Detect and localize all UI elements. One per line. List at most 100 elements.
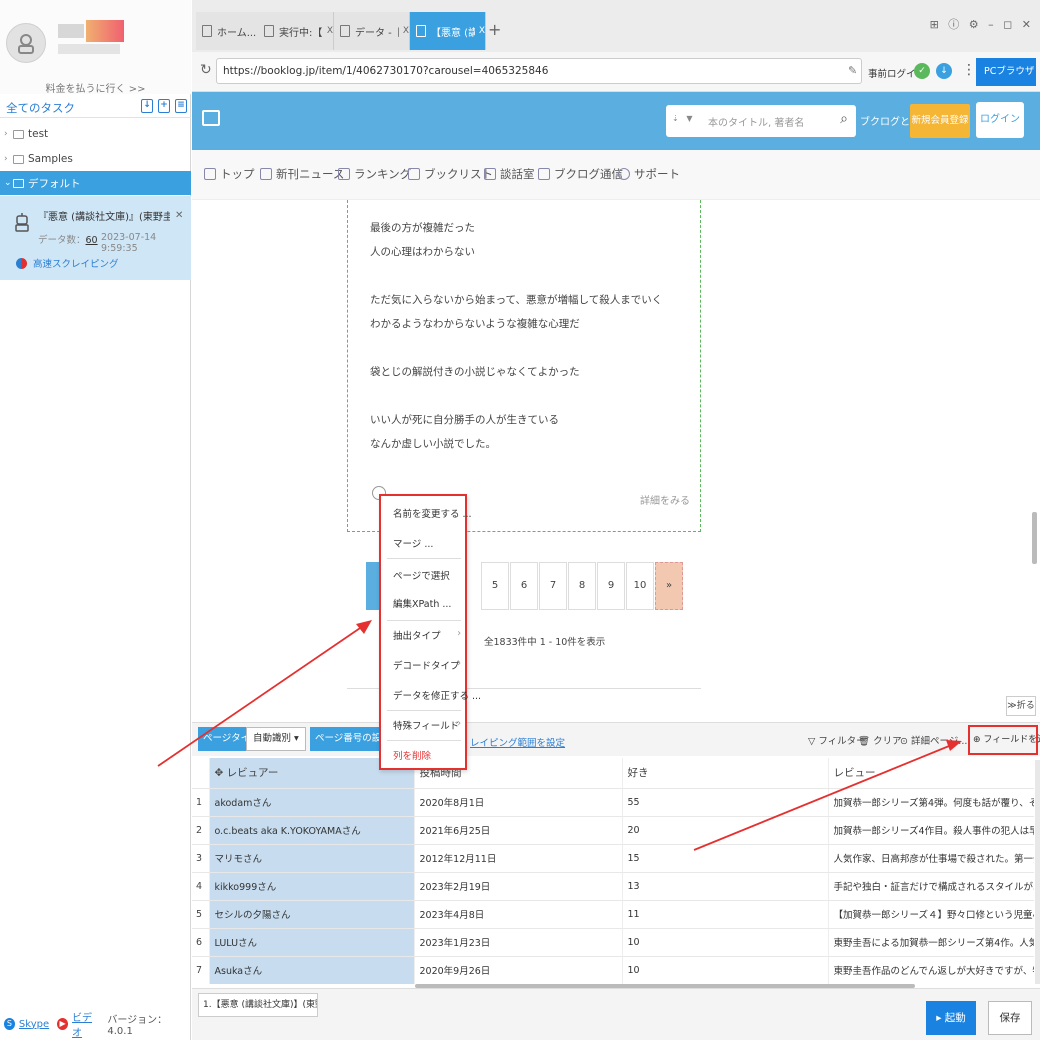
filter-button[interactable]: ▽ フィルター <box>808 733 866 747</box>
skype-link[interactable]: Skype <box>19 1019 49 1030</box>
menu-item-decode-type[interactable]: デコードタイプ › <box>393 658 465 672</box>
url-input[interactable]: https://booklog.jp/item/1/4062730170?car… <box>216 58 862 84</box>
folder-samples[interactable]: › Samples <box>0 147 191 171</box>
page-button[interactable]: 5 <box>481 562 509 610</box>
nav-new-books[interactable]: 新刊ニュース <box>260 166 344 182</box>
detail-page-button[interactable]: ⊙ 詳細ページ... <box>900 733 967 747</box>
cell-likes[interactable]: 15 <box>622 844 829 873</box>
page-button[interactable]: 10 <box>626 562 654 610</box>
run-button[interactable]: ▸ 起動 <box>926 1001 976 1035</box>
table-row[interactable]: 1 akodamさん 2020年8月1日 55 加賀恭一郎シリーズ第4弾。何度も話が覆り… <box>192 788 1034 817</box>
tab-book-page[interactable]: 【悪意 (講... X <box>410 12 486 50</box>
add-tab-icon[interactable]: + <box>488 20 501 39</box>
booklog-logo[interactable] <box>202 110 220 126</box>
cell-posted[interactable]: 2023年4月8日 <box>414 900 623 929</box>
all-tasks-title[interactable]: 全てのタスク <box>6 100 75 116</box>
cell-reviewer[interactable]: LULUさん <box>209 928 415 957</box>
menu-item-select-in-page[interactable]: ページで選択 <box>393 568 465 582</box>
next-page-button[interactable]: » <box>655 562 683 610</box>
nav-top[interactable]: トップ <box>204 166 255 182</box>
grid-vertical-scrollbar[interactable] <box>1035 760 1040 984</box>
login-button[interactable]: ログイン <box>976 102 1024 138</box>
cell-review[interactable]: 加賀恭一郎シリーズ第4弾。何度も話が覆り、その度に新たな展開... <box>828 788 1034 817</box>
pay-link[interactable]: 料金を払うに行く >> <box>0 80 191 95</box>
column-header-likes[interactable]: 好き <box>622 758 829 789</box>
search-input[interactable]: 本のタイトル, 著者名 <box>708 114 804 129</box>
reload-icon[interactable]: ↻ <box>200 62 212 78</box>
skype-icon[interactable]: S <box>4 1018 15 1030</box>
video-link[interactable]: ビデオ <box>72 1009 99 1039</box>
video-icon[interactable]: ▶ <box>57 1018 69 1030</box>
extension-blue-icon[interactable]: ↓ <box>936 63 952 79</box>
new-task-icon[interactable]: + <box>158 99 170 113</box>
menu-item-special-field[interactable]: 特殊フィールド › <box>393 718 465 732</box>
task-tab[interactable]: 1.【悪意 (講談社文庫)】(東野圭吾... <box>198 993 318 1017</box>
tab-data[interactable]: データ -【... X <box>334 12 410 50</box>
page-scrollbar[interactable] <box>1032 512 1037 564</box>
nav-forum[interactable]: 談話室 <box>484 166 535 182</box>
column-header-review[interactable]: レビュー <box>828 758 1034 789</box>
table-row[interactable]: 3 マリモさん 2012年12月11日 15 人気作家、日高邦彦が仕事場で殺された。第一… <box>192 844 1034 873</box>
cell-posted[interactable]: 2023年2月19日 <box>414 872 623 901</box>
menu-item-merge[interactable]: マージ ... <box>393 536 465 550</box>
page-button[interactable]: 6 <box>510 562 538 610</box>
page-type-select[interactable]: 自動識別 ▾ <box>246 727 306 751</box>
menu-item-delete-column[interactable]: 列を削除 <box>393 748 465 762</box>
extension-green-icon[interactable]: ✓ <box>914 63 930 79</box>
pc-browser-dropdown[interactable]: PCブラウザ ▾ <box>976 58 1036 105</box>
cell-review[interactable]: 人気作家、日高邦彦が仕事場で殺された。第一発見者は、妻の理... <box>828 844 1034 873</box>
import-icon[interactable]: ↓ <box>141 99 153 113</box>
cell-review[interactable]: 加賀恭一郎シリーズ4作目。殺人事件の犯人は早いうちから判明す... <box>828 816 1034 845</box>
window-controls[interactable]: ⊞ ⓘ ⚙ – ◻ ✕ <box>930 16 1034 32</box>
page-button[interactable]: 7 <box>539 562 567 610</box>
cell-reviewer[interactable]: akodamさん <box>209 788 415 817</box>
cell-posted[interactable]: 2012年12月11日 <box>414 844 623 873</box>
site-search[interactable]: ⇣ ▼ 本のタイトル, 著者名 ⌕ <box>666 105 856 137</box>
cell-posted[interactable]: 2020年9月26日 <box>414 956 623 984</box>
save-button[interactable]: 保存 <box>988 1001 1032 1035</box>
add-field-button[interactable]: ⊕ フィールドを追加 <box>968 725 1040 755</box>
cell-review[interactable]: 【加賀恭一郎シリーズ４】野々口修という児童小説家の手記と、... <box>828 900 1034 929</box>
data-count-value[interactable]: 60 <box>86 235 98 246</box>
page-button[interactable]: 8 <box>568 562 596 610</box>
folder-test[interactable]: › test <box>0 122 191 146</box>
cell-review[interactable]: 東野圭吾作品のどんでん返しが大好きですが、特にこの作品には... <box>828 956 1034 984</box>
close-icon[interactable]: X <box>403 26 409 36</box>
nav-news[interactable]: ブクログ通信 <box>538 166 623 182</box>
menu-item-extract-type[interactable]: 抽出タイプ › <box>393 628 465 642</box>
cell-reviewer[interactable]: o.c.beats aka K.YOKOYAMAさん <box>209 816 415 845</box>
export-icon[interactable]: ≡ <box>175 99 187 113</box>
nav-ranking[interactable]: ランキング <box>338 166 411 182</box>
cell-likes[interactable]: 10 <box>622 928 829 957</box>
cell-posted[interactable]: 2023年1月23日 <box>414 928 623 957</box>
cell-posted[interactable]: 2021年6月25日 <box>414 816 623 845</box>
search-category-dropdown[interactable]: ⇣ ▼ <box>672 114 692 123</box>
more-menu-icon[interactable]: ⋮ <box>962 62 976 78</box>
clear-button[interactable]: 🗑 クリア <box>858 733 902 747</box>
table-row[interactable]: 4 kikko999さん 2023年2月19日 13 手記や独白・証言だけで構成されるス… <box>192 872 1034 901</box>
close-icon[interactable]: ✕ <box>175 210 183 221</box>
tab-running[interactable]: 実行中:【... X <box>258 12 334 50</box>
task-item[interactable]: 『悪意 (講談社文庫)』(東野圭吾)の感想(18... ✕ データ数：60 20… <box>0 196 191 280</box>
cell-posted[interactable]: 2020年8月1日 <box>414 788 623 817</box>
cell-review[interactable]: 東野圭吾による加賀恭一郎シリーズ第4作。人気作家が自宅で殺さ... <box>828 928 1034 957</box>
cell-reviewer[interactable]: Asukaさん <box>209 956 415 984</box>
cell-likes[interactable]: 20 <box>622 816 829 845</box>
table-row[interactable]: 2 o.c.beats aka K.YOKOYAMAさん 2021年6月25日 20 加… <box>192 816 1034 845</box>
cell-likes[interactable]: 11 <box>622 900 829 929</box>
table-row[interactable]: 7 Asukaさん 2020年9月26日 10 東野圭吾作品のどんでん返しが大好きですが… <box>192 956 1034 984</box>
menu-item-modify-data[interactable]: データを修正する ... <box>393 688 481 702</box>
see-detail-link[interactable]: 詳細をみる <box>640 492 690 507</box>
fold-button[interactable]: ≫折る <box>1006 696 1036 716</box>
table-row[interactable]: 6 LULUさん 2023年1月23日 10 東野圭吾による加賀恭一郎シリーズ第4作。人… <box>192 928 1034 957</box>
cell-reviewer[interactable]: マリモさん <box>209 844 415 873</box>
cell-likes[interactable]: 10 <box>622 956 829 984</box>
page-button[interactable]: 9 <box>597 562 625 610</box>
cell-likes[interactable]: 55 <box>622 788 829 817</box>
signup-button[interactable]: 新規会員登録 <box>910 104 970 138</box>
close-icon[interactable]: X <box>479 26 485 36</box>
cell-review[interactable]: 手記や独白・証言だけで構成されるスタイルがユニークなシリー... <box>828 872 1034 901</box>
menu-item-edit-xpath[interactable]: 編集XPath ... <box>393 596 465 610</box>
cell-likes[interactable]: 13 <box>622 872 829 901</box>
nav-support[interactable]: サポート <box>618 166 680 182</box>
